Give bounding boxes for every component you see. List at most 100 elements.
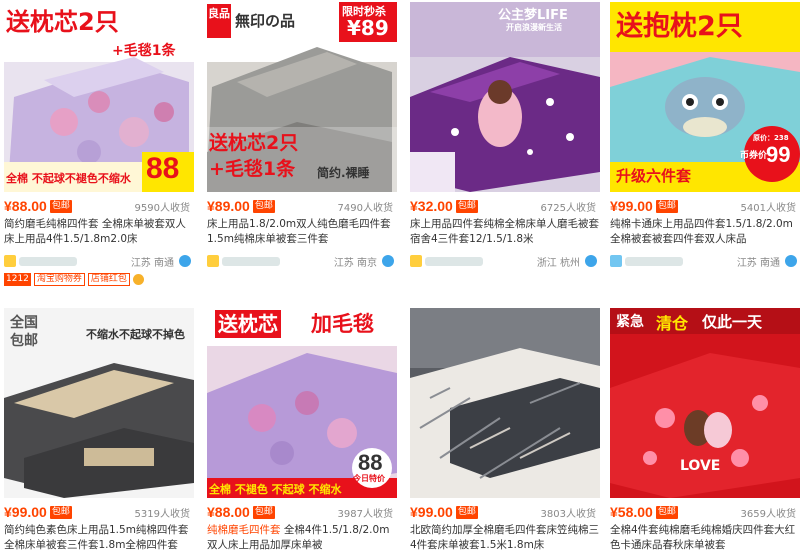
location: 江苏 南通	[736, 257, 780, 269]
product-title[interactable]: 北欧简约加厚全棉磨毛四件套床笠纯棉三4件套床单被套1.5米1.8m床	[410, 523, 600, 555]
sales-count: 5319人收货	[134, 508, 190, 520]
sales-count: 5401人收货	[740, 202, 796, 214]
shop-row: 江苏 南通	[4, 251, 194, 271]
banner-sub: +毛毯1条	[112, 43, 176, 59]
shop-row: 江苏 南通	[610, 251, 800, 271]
shop-icon	[4, 255, 16, 267]
crown-icon	[132, 273, 144, 285]
shop-row: 江苏 南京	[207, 251, 397, 271]
tag-shop-redpacket: 店铺红包	[87, 272, 130, 286]
product-card[interactable]: 送抱枕2只 升级六件套 原价：238 币券价 99 ¥99.00 包邮 5401…	[610, 2, 800, 271]
tag-1212: 1212	[4, 272, 31, 286]
title-highlight: 纯棉磨毛四件套	[207, 524, 281, 536]
wangwang-chat-icon[interactable]	[585, 255, 597, 267]
price-row: ¥99.00 包邮 3803人收货	[410, 501, 600, 523]
banner-top: 送抱枕2只	[616, 11, 743, 42]
wangwang-chat-icon[interactable]	[785, 255, 797, 267]
product-card[interactable]: 送枕芯2只 +毛毯1条 全棉 不起球不褪色不缩水 88 ¥88.00 包邮 95…	[4, 2, 194, 287]
price-row: ¥88.00 包邮 9590人收货	[4, 195, 194, 217]
banner-right: 仅此一天	[702, 313, 763, 331]
sales-count: 7490人收货	[337, 202, 393, 214]
price: ¥88.00	[207, 504, 250, 520]
banner-top: 送枕芯	[215, 310, 281, 338]
price-row: ¥89.00 包邮 7490人收货	[207, 195, 397, 217]
product-image[interactable]	[410, 308, 600, 498]
free-shipping-badge: 包邮	[49, 199, 72, 213]
banner-number: 88	[146, 152, 180, 185]
product-title[interactable]: 全棉4件套纯棉磨毛纯棉婚庆四件套大红色卡通床品春秋床单被套	[610, 523, 800, 555]
free-shipping-badge: 包邮	[655, 199, 678, 213]
free-shipping-badge: 包邮	[455, 505, 478, 519]
product-image[interactable]: 良品 無印の品 限时秒杀 ¥89 送枕芯2只 +毛毯1条 简约.裸睡	[207, 2, 397, 192]
banner-bottom: 升级六件套	[616, 167, 692, 185]
price: ¥99.00	[4, 504, 47, 520]
banner-bottom: 全棉 不褪色 不起球 不缩水	[209, 483, 342, 496]
shop-name-blurred[interactable]	[222, 256, 280, 266]
banner-mid: 送枕芯2只	[209, 132, 299, 154]
brand-badge: 良品	[207, 4, 231, 38]
product-image[interactable]: 紧急 清仓 仅此一天 LOVE	[610, 308, 800, 498]
price-row: ¥58.00 包邮 3659人收货	[610, 501, 800, 523]
shop-icon	[410, 255, 422, 267]
banner-sub: 开启浪漫新生活	[506, 23, 562, 32]
shop-name-blurred[interactable]	[625, 256, 683, 266]
banner-mid: 清仓	[656, 314, 689, 333]
shop-icon	[610, 255, 622, 267]
free-shipping-badge: 包邮	[49, 505, 72, 519]
free-shipping-badge: 包邮	[455, 199, 478, 213]
product-title[interactable]: 床上用品1.8/2.0m双人纯色磨毛四件套1.5m纯棉床单被套三件套	[207, 217, 397, 249]
product-image[interactable]: 送抱枕2只 升级六件套 原价：238 币券价 99	[610, 2, 800, 192]
product-card[interactable]: 公主梦LIFE 开启浪漫新生活 ¥32.00 包邮 6725人收货 床上用品四件…	[410, 2, 600, 271]
product-image[interactable]: 全国包邮 不缩水不起球不掉色	[4, 308, 194, 498]
product-card[interactable]: ¥99.00 包邮 3803人收货 北欧简约加厚全棉磨毛四件套床笠纯棉三4件套床…	[410, 308, 600, 555]
sales-count: 3987人收货	[337, 508, 393, 520]
coupon-price: 99	[766, 142, 791, 167]
price-row: ¥99.00 包邮 5319人收货	[4, 501, 194, 523]
sales-count: 9590人收货	[134, 202, 190, 214]
price-row: ¥88.00 包邮 3987人收货	[207, 501, 397, 523]
product-title[interactable]: 纯棉磨毛四件套 全棉4件1.5/1.8/2.0m双人床上用品加厚床单被	[207, 523, 397, 555]
free-shipping-badge: 包邮	[252, 199, 275, 213]
price-row: ¥32.00 包邮 6725人收货	[410, 195, 600, 217]
product-card[interactable]: 良品 無印の品 限时秒杀 ¥89 送枕芯2只 +毛毯1条 简约.裸睡 ¥89.0…	[207, 2, 397, 271]
love-text: LOVE	[680, 458, 721, 474]
product-title[interactable]: 床上用品四件套纯棉全棉床单人磨毛被套宿舍4三件套12/1.5/1.8米	[410, 217, 600, 249]
banner-top: 公主梦LIFE	[498, 8, 568, 23]
product-title[interactable]: 简约磨毛纯棉四件套 全棉床单被套双人床上用品4件1.5/1.8m2.0床	[4, 217, 194, 249]
banner-mid2: +毛毯1条	[209, 158, 296, 180]
price: ¥88.00	[4, 198, 47, 214]
free-shipping-banner: 全国包邮	[10, 315, 38, 349]
sales-count: 3659人收货	[740, 508, 796, 520]
wangwang-chat-icon[interactable]	[179, 255, 191, 267]
promo-tags: 1212 淘宝购物券 店铺红包	[4, 271, 194, 287]
location: 浙江 杭州	[536, 257, 580, 269]
price: ¥99.00	[610, 198, 653, 214]
banner-top: 不缩水不起球不掉色	[86, 328, 185, 341]
location: 江苏 南通	[130, 257, 174, 269]
product-card[interactable]: 送枕芯 加毛毯 全棉 不褪色 不起球 不缩水 88 今日特价 ¥88.00 包邮…	[207, 308, 397, 555]
shop-name-blurred[interactable]	[425, 256, 483, 266]
flash-sale-price: ¥89	[347, 16, 389, 40]
banner-left: 紧急	[616, 314, 644, 330]
shop-row: 浙江 杭州	[410, 251, 600, 271]
product-grid: 送枕芯2只 +毛毯1条 全棉 不起球不褪色不缩水 88 ¥88.00 包邮 95…	[0, 0, 800, 557]
product-card[interactable]: 紧急 清仓 仅此一天 LOVE ¥58.00 包邮 3659人收货 全棉4件套纯…	[610, 308, 800, 555]
product-title[interactable]: 简约纯色素色床上用品1.5m纯棉四件套全棉床单被套三件套1.8m全棉四件套	[4, 523, 194, 555]
product-image[interactable]: 送枕芯2只 +毛毯1条 全棉 不起球不褪色不缩水 88	[4, 2, 194, 192]
wangwang-chat-icon[interactable]	[382, 255, 394, 267]
today-special-label: 今日特价	[353, 474, 385, 483]
price: ¥58.00	[610, 504, 653, 520]
banner-top: 送枕芯2只	[6, 8, 119, 36]
sales-count: 3803人收货	[540, 508, 596, 520]
product-title[interactable]: 纯棉卡通床上用品四件套1.5/1.8/2.0m全棉被套被套四件套双人床品	[610, 217, 800, 249]
banner-top2: 加毛毯	[311, 312, 374, 336]
tag-taobao-coupon: 淘宝购物券	[33, 272, 85, 286]
free-shipping-badge: 包邮	[655, 505, 678, 519]
shop-name-blurred[interactable]	[19, 256, 77, 266]
product-image[interactable]: 送枕芯 加毛毯 全棉 不褪色 不起球 不缩水 88 今日特价	[207, 308, 397, 498]
price-row: ¥99.00 包邮 5401人收货	[610, 195, 800, 217]
product-image[interactable]: 公主梦LIFE 开启浪漫新生活	[410, 2, 600, 192]
product-card[interactable]: 全国包邮 不缩水不起球不掉色 ¥99.00 包邮 5319人收货 简约纯色素色床…	[4, 308, 194, 555]
shop-icon	[207, 255, 219, 267]
banner-slogan: 简约.裸睡	[317, 166, 370, 180]
